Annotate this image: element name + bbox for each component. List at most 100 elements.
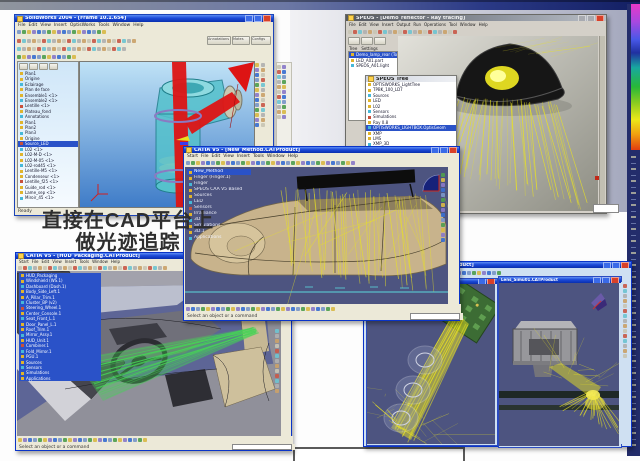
toolbar-icon[interactable] (32, 47, 36, 51)
speos-titlebar[interactable]: SPEOS - [Demo_reflector - Ray tracing] (346, 15, 606, 21)
toolbar-icon[interactable] (277, 95, 281, 99)
toolbar-icon[interactable] (47, 55, 51, 59)
toolbar-icon[interactable] (62, 47, 66, 51)
toolbar-icon[interactable] (623, 319, 627, 323)
toolbar-icon[interactable] (477, 271, 481, 275)
toolbar-icon[interactable] (67, 30, 71, 34)
toolbar-icon[interactable] (211, 307, 215, 311)
menu-item[interactable]: Operations (424, 22, 446, 27)
toolbar-icon[interactable] (87, 30, 91, 34)
toolbar-icon[interactable] (148, 266, 152, 270)
toolbar-icon[interactable] (122, 39, 126, 43)
toolbar-icon[interactable] (108, 438, 112, 442)
toolbar-icon[interactable] (57, 55, 61, 59)
toolbar-icon[interactable] (87, 39, 91, 43)
toolbar-icon[interactable] (275, 349, 279, 353)
toolbar-icon[interactable] (286, 161, 290, 165)
toolbar-icon[interactable] (102, 39, 106, 43)
menu-item[interactable]: File (349, 22, 356, 27)
close-button[interactable] (621, 262, 629, 268)
toolbar-icon[interactable] (92, 30, 96, 34)
toolbar-icon[interactable] (277, 70, 281, 74)
toolbar-icon[interactable] (97, 47, 101, 51)
toolbar-icon[interactable] (77, 39, 81, 43)
toolbar-icon[interactable] (277, 85, 281, 89)
toolbar-icon[interactable] (108, 266, 112, 270)
toolbar-icon[interactable] (153, 266, 157, 270)
toolbar-icon[interactable] (403, 30, 407, 34)
toolbar-icon[interactable] (28, 266, 32, 270)
menu-item[interactable]: Output (396, 22, 410, 27)
toolbar-icon[interactable] (487, 271, 491, 275)
solidworks-toolbar-row3[interactable] (15, 45, 273, 53)
toolbar-icon[interactable] (102, 30, 106, 34)
toolbar-icon[interactable] (277, 115, 281, 119)
toolbar-icon[interactable] (52, 39, 56, 43)
hud-spec-tree[interactable]: HUD_PackagingWindshield (WS.1)Dashboard … (19, 273, 101, 381)
toolbar-icon[interactable] (275, 344, 279, 348)
maximize-button[interactable] (612, 262, 620, 268)
toolbar-icon[interactable] (47, 47, 51, 51)
toolbar-icon[interactable] (143, 438, 147, 442)
toolbar-icon[interactable] (282, 95, 286, 99)
toolbar-icon[interactable] (47, 39, 51, 43)
menu-item[interactable]: Insert (237, 154, 250, 159)
menu-item[interactable]: Edit (212, 154, 221, 159)
toolbar-icon[interactable] (311, 307, 315, 311)
toolbar-icon[interactable] (117, 39, 121, 43)
toolbar-icon[interactable] (255, 108, 259, 112)
toolbar-icon[interactable] (301, 307, 305, 311)
panel-button[interactable] (348, 37, 360, 45)
toolbar-icon[interactable] (472, 271, 476, 275)
toolbar-icon[interactable] (623, 344, 627, 348)
toolbar-icon[interactable] (62, 30, 66, 34)
close-button[interactable] (611, 277, 619, 283)
toolbar-icon[interactable] (261, 73, 265, 77)
toolbar-icon[interactable] (441, 228, 445, 232)
toolbar-icon[interactable] (53, 438, 57, 442)
toolbar-icon[interactable] (255, 123, 259, 127)
toolbar-icon[interactable] (275, 339, 279, 343)
menu-item[interactable]: Edit (359, 22, 367, 27)
menu-item[interactable]: Window (460, 22, 476, 27)
toolbar-icon[interactable] (62, 39, 66, 43)
toolbar-icon[interactable] (231, 161, 235, 165)
toolbar-icon[interactable] (282, 80, 286, 84)
toolbar-icon[interactable] (255, 73, 259, 77)
toolbar-icon[interactable] (291, 161, 295, 165)
toolbar-icon[interactable] (123, 438, 127, 442)
minimize-button[interactable] (578, 15, 586, 21)
toolbar-icon[interactable] (23, 438, 27, 442)
toolbar-icon[interactable] (231, 307, 235, 311)
toolbar-icon[interactable] (37, 30, 41, 34)
maximize-button[interactable] (602, 277, 610, 283)
toolbar-icon[interactable] (17, 30, 21, 34)
group-button[interactable]: Annotations (207, 36, 231, 45)
toolbar-icon[interactable] (348, 30, 352, 34)
toolbar-icon[interactable] (82, 47, 86, 51)
toolbar-icon[interactable] (132, 39, 136, 43)
toolbar-icon[interactable] (256, 161, 260, 165)
menu-item[interactable]: Edit (29, 23, 38, 28)
speos-small-field[interactable] (593, 204, 619, 213)
toolbar-icon[interactable] (246, 161, 250, 165)
toolbar-icon[interactable] (261, 88, 265, 92)
toolbar-icon[interactable] (441, 233, 445, 237)
toolbar-icon[interactable] (37, 47, 41, 51)
toolbar-icon[interactable] (255, 93, 259, 97)
toolbar-icon[interactable] (492, 271, 496, 275)
toolbar-icon[interactable] (448, 30, 452, 34)
toolbar-icon[interactable] (255, 118, 259, 122)
toolbar-icon[interactable] (277, 65, 281, 69)
toolbar-icon[interactable] (112, 39, 116, 43)
toolbar-icon[interactable] (82, 39, 86, 43)
toolbar-icon[interactable] (271, 161, 275, 165)
toolbar-icon[interactable] (92, 47, 96, 51)
toolbar-icon[interactable] (83, 438, 87, 442)
toolbar-icon[interactable] (441, 193, 445, 197)
toolbar-icon[interactable] (37, 39, 41, 43)
menu-item[interactable]: Start (187, 154, 198, 159)
toolbar-icon[interactable] (53, 266, 57, 270)
toolbar-icon[interactable] (206, 161, 210, 165)
toolbar-icon[interactable] (72, 39, 76, 43)
